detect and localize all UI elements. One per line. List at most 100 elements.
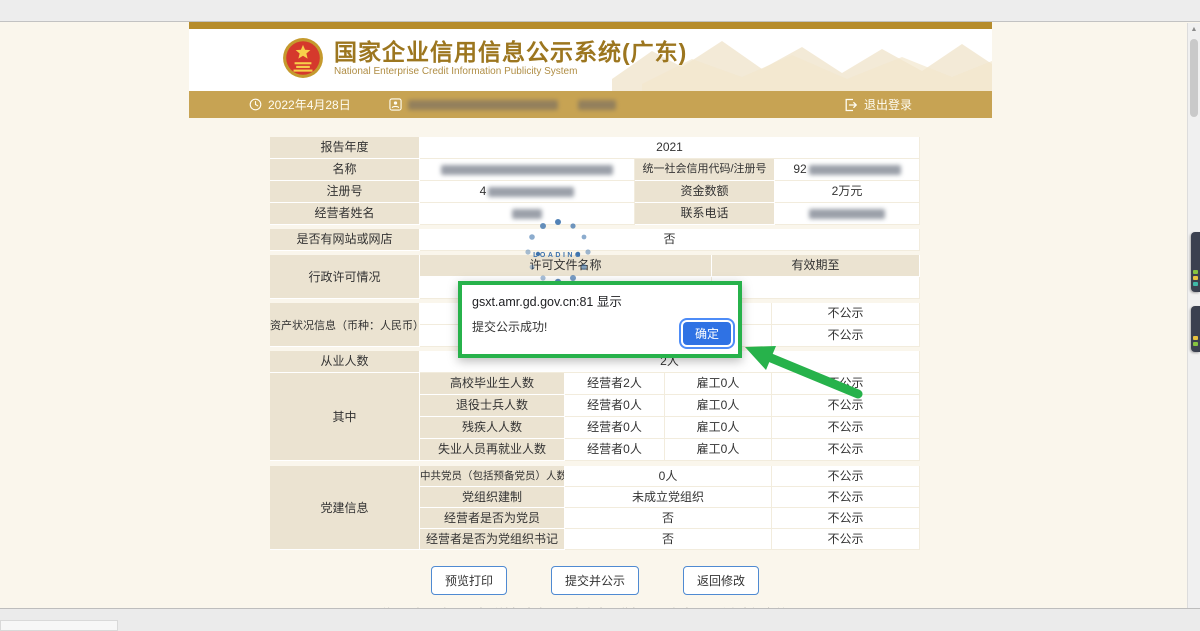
window-chrome-bottom — [0, 608, 1200, 631]
logged-in-entity — [389, 98, 616, 111]
cell-sublabel: 中共党员（包括预备党员）人数 — [420, 466, 565, 487]
table-row: 注册号 4 资金数额 2万元 — [270, 181, 920, 203]
cell-publicity-status: 不公示 — [772, 373, 920, 395]
cell-employee-count: 雇工0人 — [665, 417, 772, 439]
cell-value: 未成立党组织 — [565, 487, 772, 508]
national-emblem-logo — [282, 37, 324, 79]
action-buttons: 预览打印 提交并公示 返回修改 — [270, 566, 920, 595]
employee-breakdown-group: 其中 高校毕业生人数 经营者2人 雇工0人 不公示 退役士兵人数 经营者0人 雇… — [270, 373, 920, 461]
cell-valid-until — [712, 277, 920, 299]
table-row: 退役士兵人数 经营者0人 雇工0人 不公示 — [420, 395, 920, 417]
widget-dot — [1193, 270, 1198, 274]
cell-value: 否 — [565, 529, 772, 550]
table-row: 报告年度 2021 — [270, 137, 920, 159]
cell-value: 否 — [565, 508, 772, 529]
logout-button[interactable]: 退出登录 — [844, 96, 912, 113]
date-display: 2022年4月28日 — [249, 96, 351, 113]
redacted-entity-suffix — [578, 100, 616, 110]
redacted-entity-name — [408, 100, 558, 110]
cell-label: 统一社会信用代码/注册号 — [635, 159, 775, 181]
cell-publicity-status: 不公示 — [772, 466, 920, 487]
cell-sublabel: 党组织建制 — [420, 487, 565, 508]
cell-sublabel: 经营者是否为党组织书记 — [420, 529, 565, 550]
cell-publicity-status: 不公示 — [772, 439, 920, 461]
alert-dialog-source: gsxt.amr.gd.gov.cn:81 显示 — [472, 291, 728, 310]
cell-header-valid-until: 有效期至 — [712, 255, 920, 277]
cell-publicity-status: 不公示 — [772, 508, 920, 529]
redacted-text — [441, 165, 613, 175]
section-party-building: 党建信息 中共党员（包括预备党员）人数 0人 不公示 党组织建制 未成立党组织 … — [270, 466, 920, 550]
alert-dialog: gsxt.amr.gd.gov.cn:81 显示 提交公示成功! 确定 — [458, 281, 742, 358]
cell-publicity-status: 不公示 — [772, 487, 920, 508]
cell-report-year: 2021 — [420, 137, 920, 159]
id-badge-icon — [389, 98, 402, 111]
cell-publicity-status: 不公示 — [772, 417, 920, 439]
redacted-text — [512, 209, 542, 219]
cell-capital-amount: 2万元 — [775, 181, 920, 203]
cell-phone — [775, 203, 920, 225]
cell-sublabel: 失业人员再就业人数 — [420, 439, 565, 461]
table-row: 经营者是否为党组织书记 否 不公示 — [420, 529, 920, 550]
table-row: 残疾人人数 经营者0人 雇工0人 不公示 — [420, 417, 920, 439]
cell-header-license-doc: 许可文件名称 — [420, 255, 712, 277]
logout-label: 退出登录 — [864, 96, 912, 113]
site-subtitle: National Enterprise Credit Information P… — [334, 65, 687, 78]
section-basic-info: 报告年度 2021 名称 统一社会信用代码/注册号 92 注册号 4 资金数额 … — [270, 137, 920, 225]
redacted-text — [809, 209, 885, 219]
return-modify-button[interactable]: 返回修改 — [683, 566, 759, 595]
cell-registration-no: 4 — [420, 181, 635, 203]
window-chrome-top — [0, 0, 1200, 22]
cell-employee-count: 雇工0人 — [665, 395, 772, 417]
credit-code-prefix: 92 — [793, 159, 806, 180]
cell-operator-count: 经营者0人 — [565, 439, 665, 461]
cell-operator-count: 经营者0人 — [565, 417, 665, 439]
logout-icon — [844, 98, 858, 112]
scrollbar-thumb[interactable] — [1190, 39, 1198, 117]
table-row: 失业人员再就业人数 经营者0人 雇工0人 不公示 — [420, 439, 920, 461]
site-header-banner: 国家企业信用信息公示系统(广东) National Enterprise Cre… — [189, 29, 992, 91]
reg-no-prefix: 4 — [480, 181, 487, 202]
table-row: 是否有网站或网店 否 — [270, 229, 920, 251]
section-website: 是否有网站或网店 否 — [270, 229, 920, 251]
cell-label: 资产状况信息（币种：人民币） — [270, 303, 420, 347]
cell-label: 报告年度 — [270, 137, 420, 159]
table-row: 党组织建制 未成立党组织 不公示 — [420, 487, 920, 508]
redacted-text — [488, 187, 574, 197]
cell-label: 资金数额 — [635, 181, 775, 203]
table-row: 中共党员（包括预备党员）人数 0人 不公示 — [420, 466, 920, 487]
table-row: 经营者姓名 联系电话 — [270, 203, 920, 225]
cell-publicity-status: 不公示 — [772, 395, 920, 417]
cell-label: 联系电话 — [635, 203, 775, 225]
scrollbar-up-arrow[interactable]: ▲ — [1188, 26, 1200, 34]
cell-publicity-status: 不公示 — [772, 325, 920, 347]
cell-employee-count: 雇工0人 — [665, 373, 772, 395]
annual-report-table: 报告年度 2021 名称 统一社会信用代码/注册号 92 注册号 4 资金数额 … — [270, 137, 920, 608]
cell-label: 名称 — [270, 159, 420, 181]
alert-ok-button[interactable]: 确定 — [683, 322, 731, 345]
cell-label: 注册号 — [270, 181, 420, 203]
site-title: 国家企业信用信息公示系统(广东) — [334, 39, 687, 65]
preview-print-button[interactable]: 预览打印 — [431, 566, 507, 595]
cell-sublabel: 高校毕业生人数 — [420, 373, 565, 395]
top-gold-bar — [189, 22, 992, 29]
table-row: 名称 统一社会信用代码/注册号 92 — [270, 159, 920, 181]
submit-publicize-button[interactable]: 提交并公示 — [551, 566, 639, 595]
widget-dot — [1193, 276, 1198, 280]
cell-value: 0人 — [565, 466, 772, 487]
widget-dot — [1193, 336, 1198, 340]
table-row: 许可文件名称 有效期至 — [420, 255, 920, 277]
cell-website-answer: 否 — [420, 229, 920, 251]
edge-extension-widget[interactable] — [1191, 232, 1200, 292]
edge-extension-widget[interactable] — [1191, 306, 1200, 352]
table-row: 高校毕业生人数 经营者2人 雇工0人 不公示 — [420, 373, 920, 395]
redacted-text — [809, 165, 901, 175]
section-employees: 从业人数 2人 其中 高校毕业生人数 经营者2人 雇工0人 不公示 退役士兵人数… — [270, 351, 920, 461]
widget-dot — [1193, 282, 1198, 286]
widget-dot — [1193, 342, 1198, 346]
cell-sublabel: 残疾人人数 — [420, 417, 565, 439]
cell-label: 党建信息 — [270, 466, 420, 550]
cell-operator-count: 经营者0人 — [565, 395, 665, 417]
cell-operator-count: 经营者2人 — [565, 373, 665, 395]
gold-navbar: 2022年4月28日 退出登录 — [189, 91, 992, 118]
current-date: 2022年4月28日 — [268, 96, 351, 113]
